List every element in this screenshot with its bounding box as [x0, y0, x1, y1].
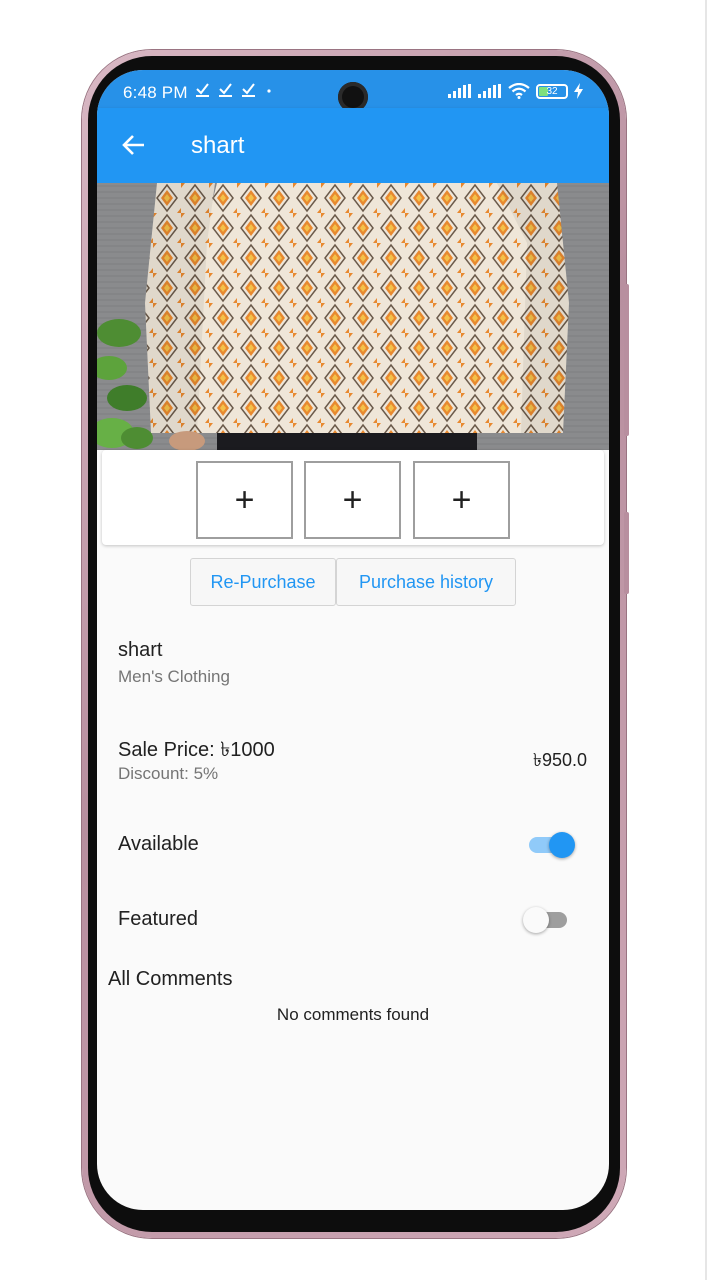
- product-category: Men's Clothing: [118, 667, 230, 686]
- add-image-button[interactable]: +: [304, 461, 401, 539]
- status-bar: 6:48 PM 32: [97, 70, 609, 112]
- charging-icon: [574, 83, 583, 99]
- signal-icon: [478, 84, 501, 98]
- power-button: [624, 512, 629, 594]
- purchase-history-button[interactable]: Purchase history: [336, 558, 516, 606]
- download-done-icon: [195, 81, 275, 103]
- signal-icon: [448, 84, 471, 98]
- featured-switch[interactable]: [523, 905, 569, 935]
- battery-level: 32: [546, 85, 558, 97]
- available-switch[interactable]: [527, 830, 575, 860]
- discount: Discount: 5%: [118, 764, 219, 783]
- status-icons: 32: [448, 83, 583, 99]
- page-title: shart: [191, 132, 245, 159]
- add-image-button[interactable]: +: [413, 461, 510, 539]
- add-icon: +: [342, 480, 363, 519]
- add-icon: +: [451, 480, 472, 519]
- repurchase-button[interactable]: Re-Purchase: [190, 558, 336, 606]
- switch-thumb: [549, 832, 575, 858]
- featured-label: Featured: [118, 908, 199, 930]
- wifi-icon: [508, 83, 530, 99]
- arrow-back-icon[interactable]: [119, 130, 149, 160]
- status-time: 6:48 PM: [123, 83, 188, 102]
- image-picker-card: + + +: [102, 450, 604, 545]
- product-image[interactable]: [97, 183, 609, 450]
- add-image-button[interactable]: +: [196, 461, 293, 539]
- screen: 6:48 PM 32 shart + + + Re-Purchase Purch…: [97, 70, 609, 1210]
- battery-icon: 32: [536, 83, 568, 99]
- page: 6:48 PM 32 shart + + + Re-Purchase Purch…: [0, 0, 707, 1280]
- switch-thumb: [523, 907, 549, 933]
- available-label: Available: [118, 833, 199, 855]
- comments-title: All Comments: [108, 968, 233, 990]
- volume-button: [624, 284, 629, 436]
- empty-comments-message: No comments found: [276, 1005, 430, 1024]
- final-price: ৳950.0: [532, 750, 587, 770]
- app-bar: shart: [97, 108, 609, 183]
- add-icon: +: [234, 480, 255, 519]
- product-name: shart: [118, 639, 163, 661]
